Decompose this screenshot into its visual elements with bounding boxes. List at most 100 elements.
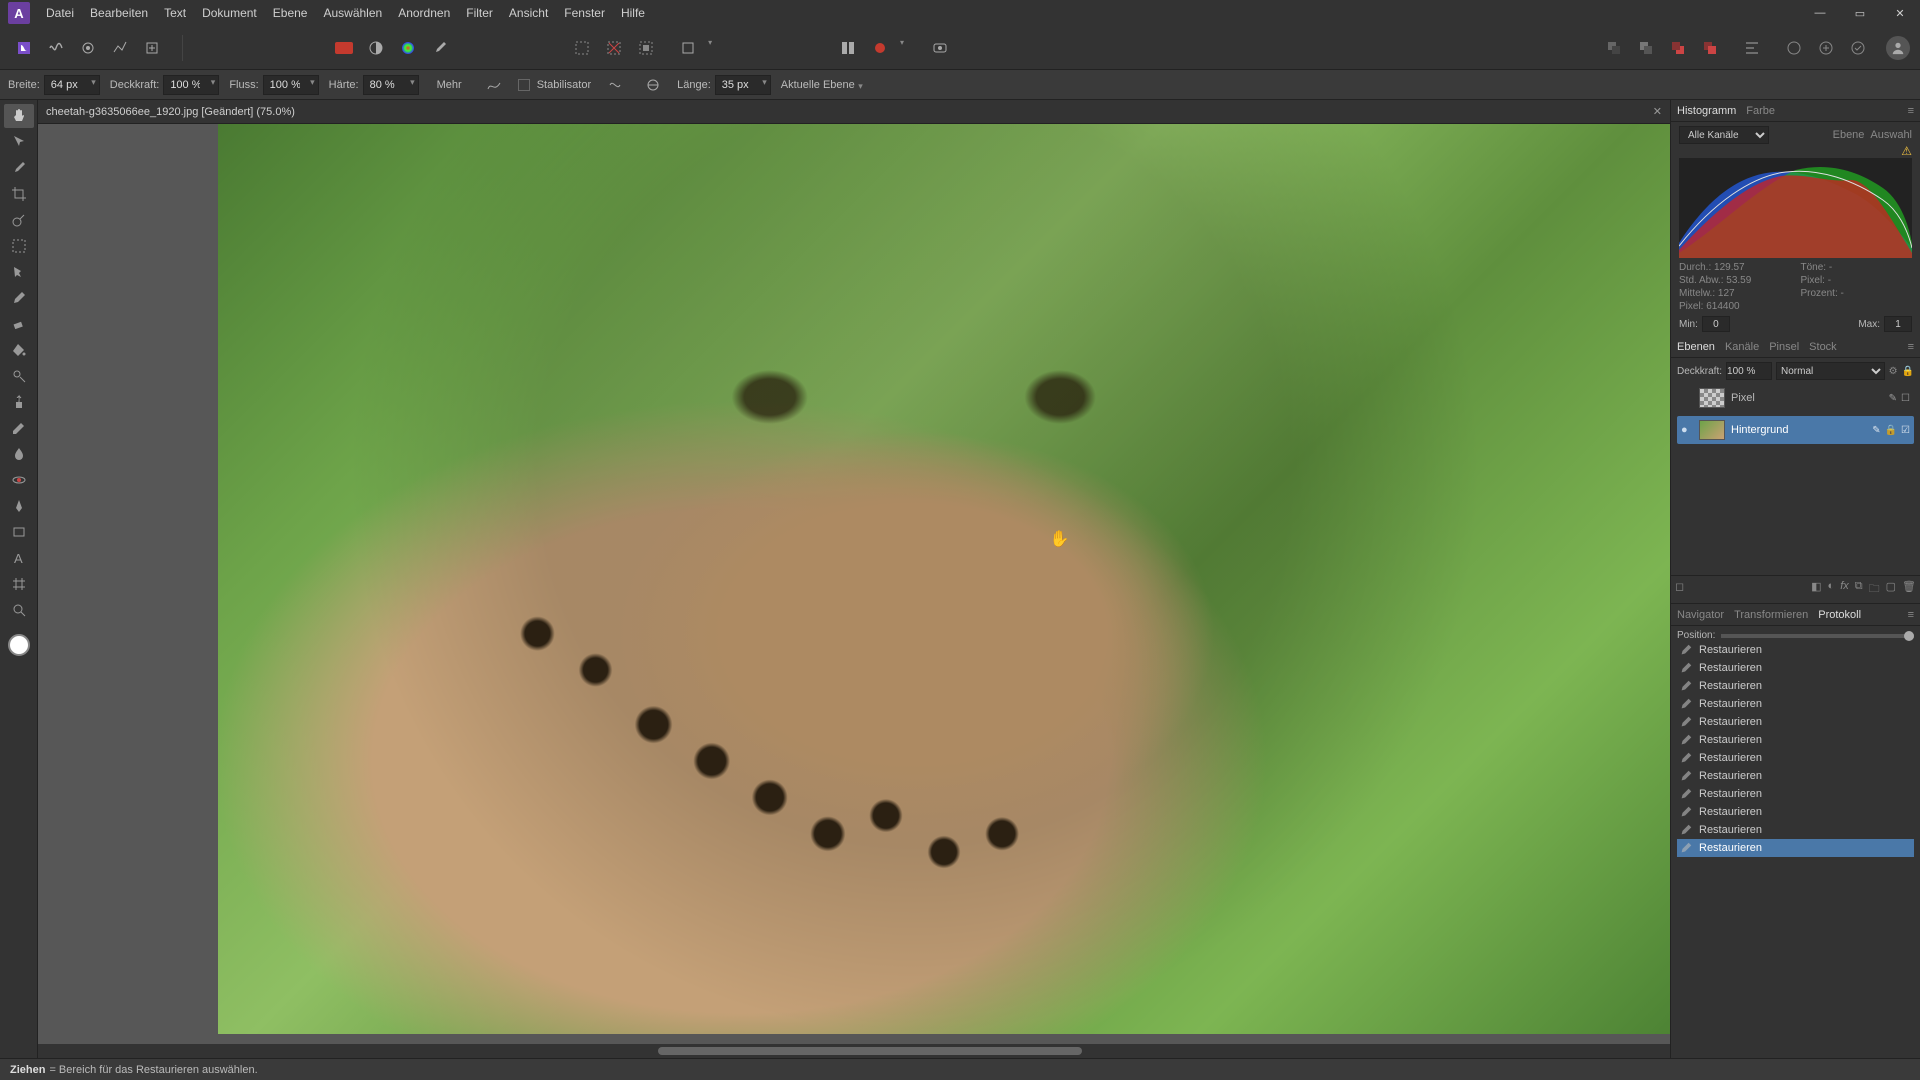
menu-fenster[interactable]: Fenster (564, 6, 605, 20)
fluss-input[interactable] (263, 75, 319, 95)
laenge-input[interactable] (715, 75, 771, 95)
tab-kanaele[interactable]: Kanäle (1725, 341, 1759, 353)
zoom-tool[interactable] (4, 598, 34, 622)
crop-tool[interactable] (4, 182, 34, 206)
dodge-tool[interactable] (4, 364, 34, 388)
select-all-icon[interactable] (568, 34, 596, 62)
history-item[interactable]: Restaurieren (1677, 677, 1914, 695)
order-backone-icon[interactable] (1632, 34, 1660, 62)
align-icon[interactable] (1738, 34, 1766, 62)
layer-edit-icon[interactable]: ✎ (1889, 393, 1897, 404)
menu-auswaehlen[interactable]: Auswählen (323, 6, 382, 20)
history-item[interactable]: Restaurieren (1677, 767, 1914, 785)
quick-mask-icon[interactable] (926, 34, 954, 62)
paintbrush-tool[interactable] (4, 286, 34, 310)
layer-maskmode-icon[interactable]: ◻ (1675, 580, 1684, 599)
marquee-tool[interactable] (4, 234, 34, 258)
foreground-color-swatch[interactable] (8, 634, 30, 656)
window-mode-icon[interactable] (639, 71, 667, 99)
history-item[interactable]: Restaurieren (1677, 839, 1914, 857)
tab-histogramm[interactable]: Histogramm (1677, 105, 1736, 117)
document-tab-close-icon[interactable]: ✕ (1653, 105, 1662, 118)
brush-dynamics-icon[interactable] (480, 71, 508, 99)
menu-ansicht[interactable]: Ansicht (509, 6, 548, 20)
menu-ebene[interactable]: Ebene (273, 6, 308, 20)
layer-mask-icon[interactable]: ◧ (1811, 580, 1821, 599)
autocolor-icon[interactable] (362, 34, 390, 62)
position-slider[interactable] (1721, 634, 1914, 638)
mesh-tool[interactable] (4, 572, 34, 596)
min-input[interactable] (1702, 316, 1730, 332)
close-button[interactable]: ✕ (1880, 0, 1920, 26)
history-panel-menu-icon[interactable]: ≡ (1908, 609, 1914, 621)
color-picker-icon[interactable] (426, 34, 454, 62)
order-front-icon[interactable] (1696, 34, 1724, 62)
histo-sub-ebene[interactable]: Ebene (1833, 129, 1865, 141)
user-avatar[interactable] (1886, 36, 1910, 60)
layer-delete-icon[interactable]: 🗑 (1902, 580, 1916, 599)
persona-tone-icon[interactable] (106, 34, 134, 62)
histogram-warning-icon[interactable]: ⚠ (1901, 144, 1912, 158)
persona-export-icon[interactable] (138, 34, 166, 62)
sync-add-icon[interactable] (1812, 34, 1840, 62)
menu-anordnen[interactable]: Anordnen (398, 6, 450, 20)
tab-ebenen[interactable]: Ebenen (1677, 341, 1715, 353)
layer-add-icon[interactable]: ▢ (1886, 580, 1896, 599)
blend-mode-select[interactable]: Normal (1776, 362, 1885, 380)
tab-stock[interactable]: Stock (1809, 341, 1837, 353)
persona-develop-icon[interactable] (74, 34, 102, 62)
layer-opacity-input[interactable] (1726, 362, 1772, 380)
tab-pinsel[interactable]: Pinsel (1769, 341, 1799, 353)
layer-lock-icon[interactable]: 🔒 (1902, 366, 1914, 377)
layer-fx-icon[interactable]: ⚙ (1889, 366, 1898, 377)
history-item[interactable]: Restaurieren (1677, 749, 1914, 767)
swatch-red-icon[interactable] (330, 34, 358, 62)
history-item[interactable]: Restaurieren (1677, 659, 1914, 677)
deckkraft-input[interactable] (163, 75, 219, 95)
history-item[interactable]: Restaurieren (1677, 821, 1914, 839)
hand-tool[interactable] (4, 104, 34, 128)
arrange-split-icon[interactable] (834, 34, 862, 62)
deselect-icon[interactable] (600, 34, 628, 62)
haerte-input[interactable] (363, 75, 419, 95)
history-item[interactable]: Restaurieren (1677, 803, 1914, 821)
menu-hilfe[interactable]: Hilfe (621, 6, 645, 20)
menu-bearbeiten[interactable]: Bearbeiten (90, 6, 148, 20)
layer-check-icon[interactable]: ☐ (1901, 393, 1910, 404)
menu-dokument[interactable]: Dokument (202, 6, 257, 20)
tab-protokoll[interactable]: Protokoll (1818, 609, 1861, 621)
clone-tool[interactable] (4, 390, 34, 414)
horizontal-scrollbar[interactable] (38, 1044, 1670, 1058)
menu-datei[interactable]: Datei (46, 6, 74, 20)
flood-select-tool[interactable] (4, 260, 34, 284)
persona-photo-icon[interactable] (10, 34, 38, 62)
stabilisator-checkbox[interactable] (518, 79, 530, 91)
colorpicker-tool[interactable] (4, 156, 34, 180)
layer-edit-icon[interactable]: ✎ (1872, 425, 1880, 436)
inpaint-tool[interactable] (4, 416, 34, 440)
color-wheel-icon[interactable] (394, 34, 422, 62)
layer-fx-add-icon[interactable]: fx (1840, 580, 1849, 599)
invert-select-icon[interactable] (632, 34, 660, 62)
history-item[interactable]: Restaurieren (1677, 731, 1914, 749)
move-tool[interactable] (4, 130, 34, 154)
target-layer-dropdown[interactable]: Aktuelle Ebene (781, 79, 855, 91)
crop-dropdown-icon[interactable] (674, 34, 702, 62)
layer-group-icon[interactable]: 🗀 (1869, 580, 1880, 599)
sync-check-icon[interactable] (1844, 34, 1872, 62)
history-item[interactable]: Restaurieren (1677, 641, 1914, 659)
layer-row-hintergrund[interactable]: ● Hintergrund ✎🔒☑ (1677, 416, 1914, 444)
mehr-button[interactable]: Mehr (429, 77, 470, 93)
history-item[interactable]: Restaurieren (1677, 785, 1914, 803)
channel-select[interactable]: Alle Kanäle (1679, 126, 1769, 144)
canvas[interactable]: ✋ (38, 124, 1670, 1044)
order-back-icon[interactable] (1600, 34, 1628, 62)
text-tool[interactable]: A (4, 546, 34, 570)
menu-filter[interactable]: Filter (466, 6, 493, 20)
history-item[interactable]: Restaurieren (1677, 695, 1914, 713)
max-input[interactable] (1884, 316, 1912, 332)
smudge-tool[interactable] (4, 442, 34, 466)
menu-text[interactable]: Text (164, 6, 186, 20)
layers-panel-menu-icon[interactable]: ≡ (1908, 341, 1914, 353)
pen-tool[interactable] (4, 494, 34, 518)
